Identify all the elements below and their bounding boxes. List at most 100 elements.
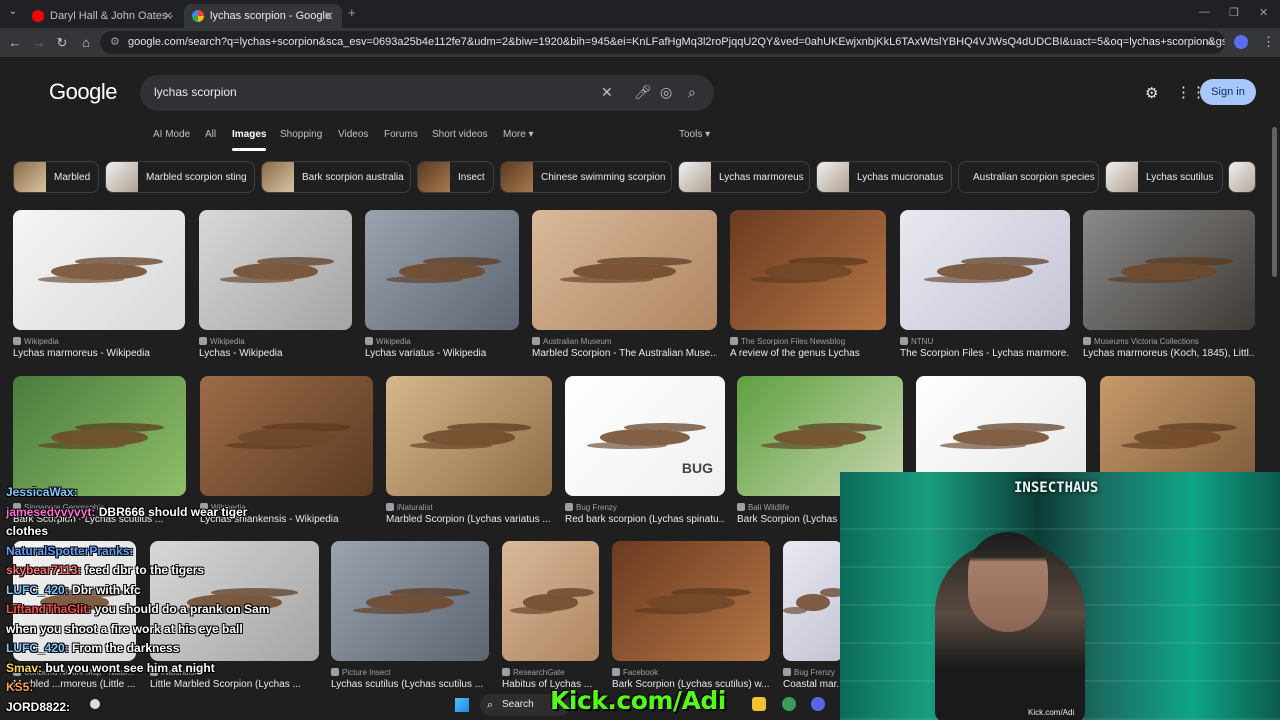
image-result-card[interactable]: Bug Frenzy Coastal mar... (783, 541, 843, 695)
result-title[interactable]: Lychas - Wikipedia (199, 348, 352, 359)
result-thumbnail[interactable] (783, 541, 843, 661)
site-info-icon[interactable]: ⚙ (110, 31, 120, 54)
result-source[interactable]: Wikipedia (199, 337, 352, 346)
home-icon[interactable]: ⌂ (78, 35, 94, 50)
image-result-card[interactable]: BUG Bug Frenzy Red bark scorpion (Lychas s… (565, 376, 725, 530)
image-result-card[interactable]: Wikipedia Lychas variatus - Wikipedia (365, 210, 519, 364)
image-result-card[interactable]: Wikipedia Lychas marmoreus - Wikipedia (13, 210, 185, 364)
result-thumbnail[interactable] (199, 210, 352, 330)
chip-australian-scorpion-species[interactable]: Australian scorpion species (958, 161, 1099, 193)
discord-icon[interactable] (811, 697, 825, 711)
result-thumbnail[interactable] (200, 376, 373, 496)
result-title[interactable]: Lychas marmoreus - Wikipedia (13, 348, 185, 359)
result-thumbnail[interactable] (612, 541, 770, 661)
chip-lychas-mucronatus[interactable]: Lychas mucronatus (816, 161, 952, 193)
sign-in-button[interactable]: Sign in (1200, 79, 1256, 105)
result-source[interactable]: ResearchGate (502, 668, 599, 677)
search-input[interactable]: lychas scorpion (154, 85, 237, 99)
result-title[interactable]: Marbled Scorpion (Lychas variatus ... (386, 514, 552, 525)
result-thumbnail[interactable] (13, 376, 186, 496)
result-title[interactable]: Lychas marmoreus (Koch, 1845), Littl... (1083, 348, 1255, 359)
image-result-card[interactable]: The Scorpion Files Newsblog A review of t… (730, 210, 886, 364)
chip-marbled[interactable]: Marbled (13, 161, 99, 193)
image-result-card[interactable]: Wikipedia Lychas - Wikipedia (199, 210, 352, 364)
tab-short-videos[interactable]: Short videos (432, 129, 488, 140)
result-title[interactable]: Lychas variatus - Wikipedia (365, 348, 519, 359)
result-thumbnail[interactable] (386, 376, 552, 496)
tab-google-search[interactable]: lychas scorpion - Google Search ✕ (184, 4, 342, 28)
chip-more[interactable] (1228, 161, 1256, 193)
settings-gear-icon[interactable]: ⚙ (1145, 84, 1158, 102)
result-source[interactable]: NTNU (900, 337, 1070, 346)
result-source[interactable]: Wikipedia (365, 337, 519, 346)
image-result-card[interactable]: Facebook Bark Scorpion (Lychas scutilus) … (612, 541, 770, 695)
windows-start-icon[interactable] (455, 698, 469, 712)
new-tab-button[interactable]: + (348, 5, 356, 20)
chip-chinese-swimming-scorpion[interactable]: Chinese swimming scorpion (500, 161, 672, 193)
result-source[interactable]: Picture Insect (331, 668, 489, 677)
result-title[interactable]: Coastal mar... (783, 679, 843, 690)
result-source[interactable]: Bug Frenzy (565, 503, 725, 512)
result-thumbnail[interactable] (1083, 210, 1255, 330)
result-source[interactable]: iNaturalist (386, 503, 552, 512)
result-thumbnail[interactable] (502, 541, 599, 661)
mic-icon[interactable]: 🎤︎ (634, 84, 652, 101)
maximize-icon[interactable]: ❐ (1229, 6, 1239, 19)
image-result-card[interactable]: iNaturalist Marbled Scorpion (Lychas vari… (386, 376, 552, 530)
profile-avatar[interactable] (1234, 35, 1248, 49)
result-thumbnail[interactable] (532, 210, 717, 330)
back-icon[interactable]: ← (7, 35, 23, 50)
chip-bark-scorpion-australia[interactable]: Bark scorpion australia (261, 161, 411, 193)
tab-forums[interactable]: Forums (384, 129, 418, 140)
tab-videos[interactable]: Videos (338, 129, 368, 140)
tab-more[interactable]: More ▾ (503, 129, 534, 140)
result-source[interactable]: The Scorpion Files Newsblog (730, 337, 886, 346)
kebab-menu-icon[interactable]: ⋮ (1262, 34, 1275, 50)
result-title[interactable]: Red bark scorpion (Lychas spinatu... (565, 514, 725, 525)
chip-marbled-scorpion-sting[interactable]: Marbled scorpion sting (105, 161, 255, 193)
image-result-card[interactable]: ResearchGate Habitus of Lychas ... (502, 541, 599, 695)
close-icon[interactable]: ✕ (163, 9, 173, 23)
reload-icon[interactable]: ↻ (54, 35, 70, 51)
scrollbar[interactable] (1272, 127, 1277, 277)
chip-lychas-marmoreus[interactable]: Lychas marmoreus (678, 161, 810, 193)
tab-shopping[interactable]: Shopping (280, 129, 322, 140)
search-box[interactable]: lychas scorpion ✕ 🎤︎ ◎ ⌕ (140, 75, 714, 111)
result-thumbnail[interactable] (13, 210, 185, 330)
result-source[interactable]: Wikipedia (13, 337, 185, 346)
file-explorer-icon[interactable] (752, 697, 766, 711)
result-source[interactable]: Australian Museum (532, 337, 717, 346)
result-thumbnail[interactable] (730, 210, 886, 330)
result-source[interactable]: Facebook (612, 668, 770, 677)
result-thumbnail[interactable] (331, 541, 489, 661)
tab-all[interactable]: All (205, 129, 216, 140)
result-source[interactable]: Museums Victoria Collections (1083, 337, 1255, 346)
close-window-icon[interactable]: ✕ (1259, 6, 1268, 19)
image-result-card[interactable]: Australian Museum Marbled Scorpion - The … (532, 210, 717, 364)
tab-ai-mode[interactable]: AI Mode (153, 129, 190, 140)
result-source[interactable]: Bug Frenzy (783, 668, 843, 677)
close-icon[interactable]: ✕ (324, 9, 334, 23)
image-result-card[interactable]: Picture Insect Lychas scutilus (Lychas sc… (331, 541, 489, 695)
chip-insect[interactable]: Insect (417, 161, 494, 193)
result-title[interactable]: A review of the genus Lychas (730, 348, 886, 359)
result-title[interactable]: Marbled Scorpion - The Australian Muse..… (532, 348, 717, 359)
result-thumbnail[interactable]: BUG (565, 376, 725, 496)
clear-icon[interactable]: ✕ (601, 84, 613, 101)
result-thumbnail[interactable] (900, 210, 1070, 330)
google-logo[interactable]: Google (49, 79, 117, 105)
address-bar[interactable]: ⚙ google.com/search?q=lychas+scorpion&sc… (100, 31, 1225, 54)
chip-lychas-scutilus[interactable]: Lychas scutilus (1105, 161, 1223, 193)
result-title[interactable]: The Scorpion Files - Lychas marmore... (900, 348, 1070, 359)
chrome-icon[interactable] (782, 697, 796, 711)
tools-dropdown[interactable]: Tools ▾ (679, 129, 710, 140)
result-title[interactable]: Lychas scutilus (Lychas scutilus ... (331, 679, 489, 690)
tab-search-chevron-icon[interactable]: ⌄ (5, 6, 21, 17)
lens-icon[interactable]: ◎ (660, 84, 672, 101)
image-result-card[interactable]: Museums Victoria Collections Lychas marmo… (1083, 210, 1255, 364)
result-thumbnail[interactable] (365, 210, 519, 330)
forward-icon[interactable]: → (31, 35, 47, 50)
minimize-icon[interactable]: — (1199, 6, 1210, 18)
bookmark-star-icon[interactable]: ☆ (1205, 31, 1215, 54)
tab-youtube[interactable]: Daryl Hall & John Oates - You M ✕ (24, 4, 181, 28)
